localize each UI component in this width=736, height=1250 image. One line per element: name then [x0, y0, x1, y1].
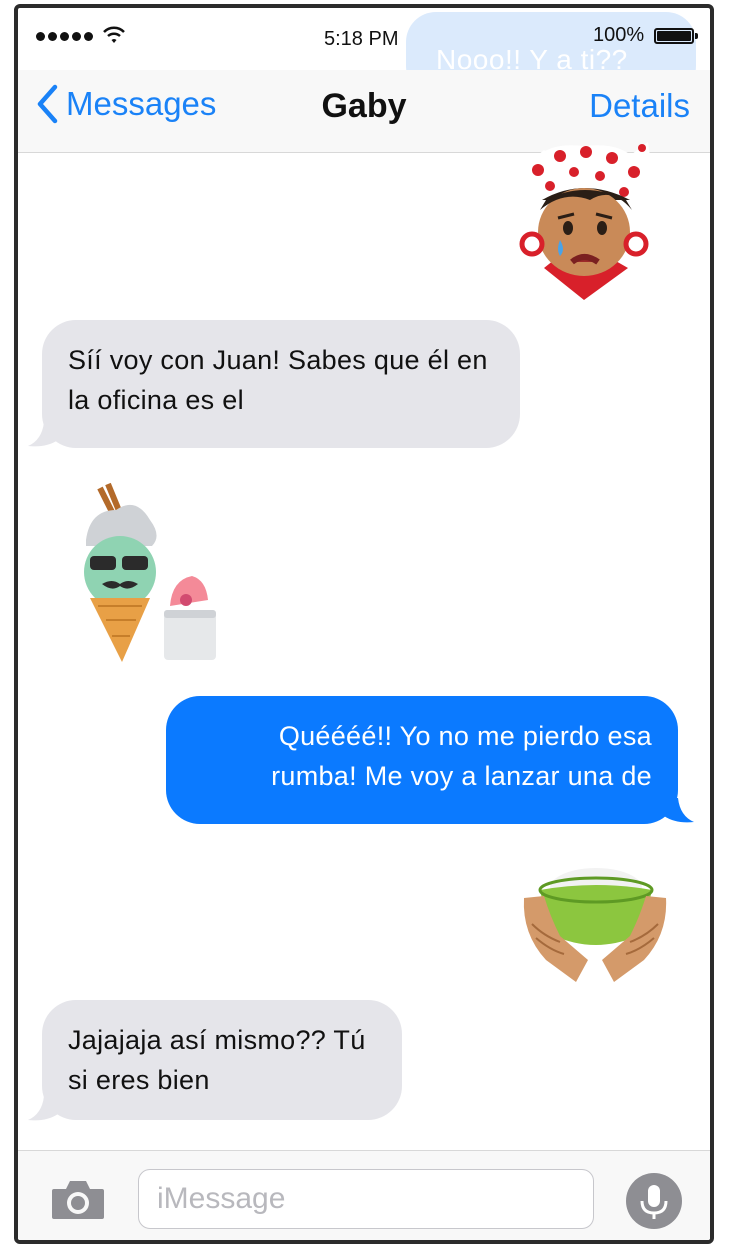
- camera-icon[interactable]: [50, 1179, 106, 1221]
- rice-bowl-sticker[interactable]: [520, 864, 670, 984]
- bubble-tail: [28, 422, 58, 447]
- microphone-button[interactable]: [626, 1173, 682, 1229]
- ice-cream-couple-sticker[interactable]: [76, 480, 216, 664]
- status-bar: Nooo!! Y a ti?? 5:18 PM 100%: [18, 8, 710, 96]
- received-message-bubble[interactable]: Síí voy con Juan! Sabes que él en la ofi…: [42, 320, 520, 448]
- message-text: Quéééé!! Yo no me pierdo esa rumba! Me v…: [271, 721, 652, 791]
- sent-message-bubble[interactable]: Quéééé!! Yo no me pierdo esa rumba! Me v…: [166, 696, 678, 824]
- signal-strength-icon: [36, 32, 93, 41]
- status-time: 5:18 PM: [324, 28, 399, 50]
- details-button[interactable]: Details: [589, 87, 690, 125]
- message-input-bar: [18, 1150, 710, 1240]
- received-message-bubble[interactable]: Jajajaja así mismo?? Tú si eres bien: [42, 1000, 402, 1120]
- battery-percent: 100%: [593, 24, 645, 46]
- microphone-icon: [640, 1185, 668, 1219]
- bubble-tail: [28, 1096, 58, 1121]
- message-text: Síí voy con Juan! Sabes que él en la ofi…: [68, 345, 488, 415]
- wifi-icon: [103, 26, 125, 43]
- message-text: Jajajaja así mismo?? Tú si eres bien: [68, 1025, 366, 1095]
- bubble-tail: [664, 798, 694, 823]
- imessage-input[interactable]: [138, 1169, 594, 1229]
- phone-screen: Nooo!! Y a ti?? 5:18 PM 100% Messages Ga…: [14, 4, 714, 1244]
- battery-icon: [654, 28, 698, 44]
- crying-woman-sticker[interactable]: [514, 140, 654, 302]
